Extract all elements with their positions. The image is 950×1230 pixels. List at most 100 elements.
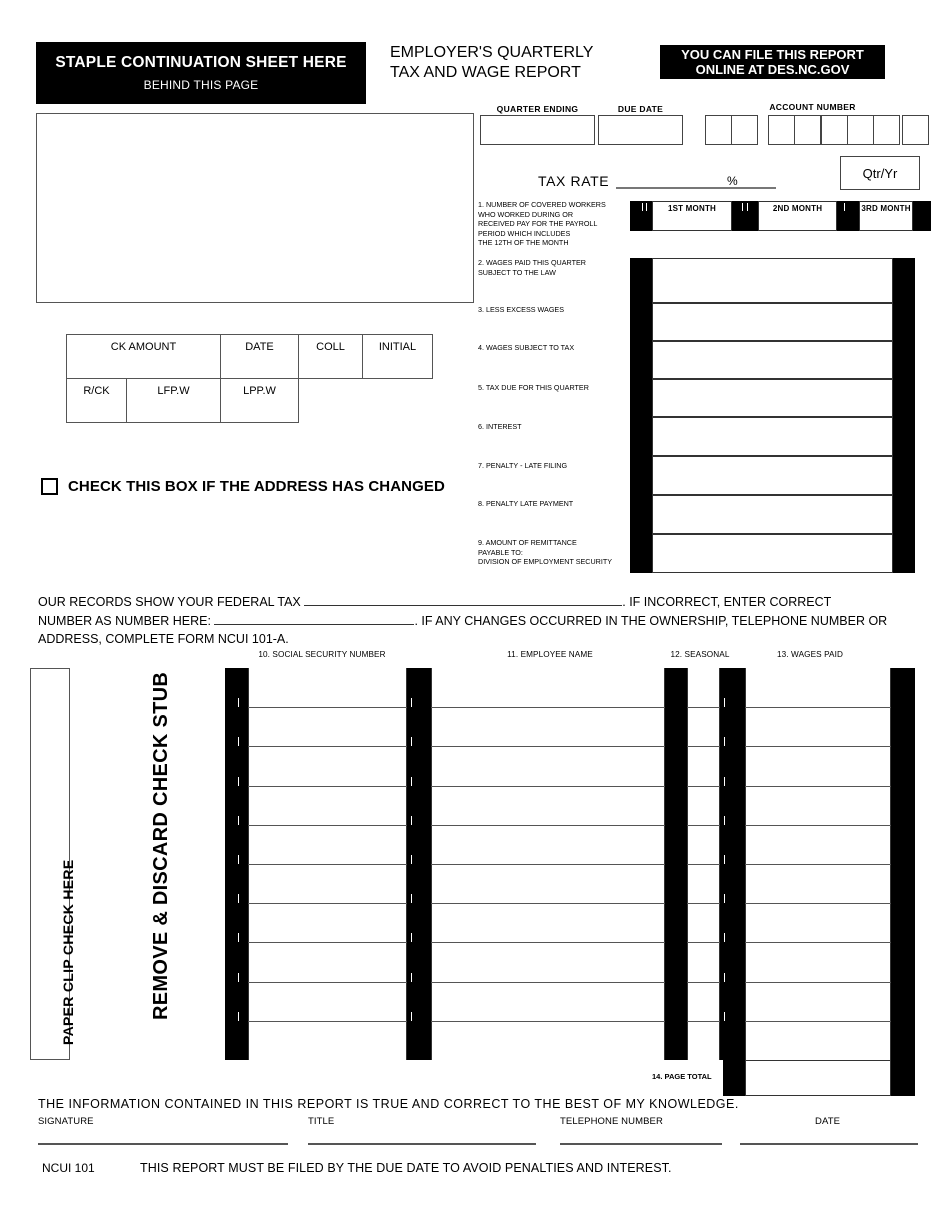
table-row-1-ssn[interactable] [248, 668, 407, 707]
account-digit-1[interactable] [705, 115, 732, 145]
table-row-10-seasonal[interactable] [687, 1021, 720, 1060]
ck-date-cell[interactable]: DATE [220, 334, 299, 379]
item-4-label: 4. WAGES SUBJECT TO TAX [478, 343, 630, 353]
account-digit-2[interactable] [730, 115, 758, 145]
table-row-8-ssn[interactable] [248, 942, 407, 981]
table-row-9-seasonal[interactable] [687, 982, 720, 1021]
table-row-5-wages-paid[interactable] [745, 825, 891, 864]
employer-address-box[interactable] [36, 113, 474, 303]
item-4-right-block [893, 341, 915, 379]
table-row-2-ssn[interactable] [248, 707, 407, 746]
table-row-3-ssn[interactable] [248, 746, 407, 785]
signature-input[interactable] [38, 1143, 288, 1145]
table-row-4-ssn[interactable] [248, 786, 407, 825]
table-row-9-employee-name[interactable] [431, 982, 665, 1021]
item-3-label: 3. LESS EXCESS WAGES [478, 305, 630, 315]
item-8-label: 8. PENALTY LATE PAYMENT [478, 499, 630, 509]
fed-seg-2: . IF INCORRECT, ENTER CORRECT [622, 595, 832, 609]
page-total-input[interactable] [745, 1060, 891, 1096]
account-number-group-2[interactable] [768, 115, 821, 145]
account-digit-4[interactable] [793, 115, 821, 145]
table-row-7-employee-name[interactable] [431, 903, 665, 942]
table-row-2-seasonal[interactable] [687, 707, 720, 746]
item-2-amount-input[interactable] [652, 258, 893, 303]
table-row-7-wages-paid[interactable] [745, 903, 891, 942]
ck-coll-cell[interactable]: COLL [298, 334, 363, 379]
table-row-2-wages-paid[interactable] [745, 707, 891, 746]
table-row-2-employee-name[interactable] [431, 707, 665, 746]
correct-fed-number-input[interactable] [304, 605, 623, 606]
item-2-left-block [630, 258, 652, 303]
telephone-input[interactable] [560, 1143, 722, 1145]
address-changed-row[interactable]: CHECK THIS BOX IF THE ADDRESS HAS CHANGE… [41, 478, 445, 495]
table-row-8-wages-paid[interactable] [745, 942, 891, 981]
fed-number-input[interactable] [214, 623, 415, 625]
table-row-3-seasonal[interactable] [687, 746, 720, 785]
month-3-count-cell[interactable]: 3RD MONTH [859, 201, 913, 231]
table-row-6-wages-paid[interactable] [745, 864, 891, 903]
item-7-amount-input[interactable] [652, 456, 893, 495]
table-row-10-wages-paid[interactable] [745, 1021, 891, 1060]
table-row-3-employee-name[interactable] [431, 746, 665, 785]
account-digit-7[interactable] [872, 115, 900, 145]
table-row-4-seasonal[interactable] [687, 786, 720, 825]
table-row-7-seasonal[interactable] [687, 903, 720, 942]
ck-initial-cell[interactable]: INITIAL [362, 334, 433, 379]
item-7-label: 7. PENALTY - LATE FILING [478, 461, 630, 471]
item-1-label-line-3: RECEIVED PAY FOR THE PAYROLL [478, 219, 598, 229]
date-input[interactable] [740, 1143, 918, 1145]
table-row-10-employee-name[interactable] [431, 1021, 665, 1060]
ck-lfpw-cell[interactable]: LFP.W [126, 378, 221, 423]
table-row-4-wages-paid[interactable] [745, 786, 891, 825]
separator-nub [238, 777, 239, 786]
table-row-6-seasonal[interactable] [687, 864, 720, 903]
table-row-9-ssn[interactable] [248, 982, 407, 1021]
address-changed-checkbox[interactable] [41, 478, 58, 495]
item-5-label-line-1: 5. TAX DUE FOR THIS QUARTER [478, 383, 589, 392]
table-row-5-ssn[interactable] [248, 825, 407, 864]
item-4-amount-input[interactable] [652, 341, 893, 379]
table-row-3-wages-paid[interactable] [745, 746, 891, 785]
quarter-ending-label: QUARTER ENDING [496, 104, 579, 114]
ck-rck-cell[interactable]: R/CK [66, 378, 127, 423]
table-row-6-ssn[interactable] [248, 864, 407, 903]
table-row-1-employee-name[interactable] [431, 668, 665, 707]
table-row-1-wages-paid[interactable] [745, 668, 891, 707]
fed-seg-4: . IF ANY CHANGES OCCURRED IN THE OWNERSH… [414, 613, 888, 628]
account-number-group-4[interactable] [902, 115, 929, 145]
form-title-line-1: EMPLOYER'S QUARTERLY [390, 44, 594, 61]
account-digit-6[interactable] [846, 115, 874, 145]
table-row-6-employee-name[interactable] [431, 864, 665, 903]
table-row-8-employee-name[interactable] [431, 942, 665, 981]
month-1-count-cell[interactable]: 1ST MONTH [652, 201, 732, 231]
item-3-amount-input[interactable] [652, 303, 893, 341]
table-row-8-seasonal[interactable] [687, 942, 720, 981]
ck-lppw-cell[interactable]: LPP.W [220, 378, 299, 423]
col-header-wages-paid: 13. WAGES PAID [776, 650, 843, 659]
item-5-amount-input[interactable] [652, 379, 893, 417]
ck-amount-cell[interactable]: CK AMOUNT [66, 334, 221, 379]
table-row-4-employee-name[interactable] [431, 786, 665, 825]
form-title-line-2: TAX AND WAGE REPORT [390, 64, 581, 81]
item-8-amount-input[interactable] [652, 495, 893, 534]
table-row-9-wages-paid[interactable] [745, 982, 891, 1021]
tax-rate-input-line[interactable] [616, 187, 776, 189]
table-row-7-ssn[interactable] [248, 903, 407, 942]
account-digit-8[interactable] [902, 115, 929, 145]
quarter-ending-input[interactable] [480, 115, 595, 145]
qtr-yr-box[interactable]: Qtr/Yr [840, 156, 920, 190]
item-9-amount-input[interactable] [652, 534, 893, 573]
account-digit-5[interactable] [821, 115, 848, 145]
title-input[interactable] [308, 1143, 536, 1145]
month-2-count-cell[interactable]: 2ND MONTH [758, 201, 837, 231]
table-row-5-employee-name[interactable] [431, 825, 665, 864]
table-row-10-ssn[interactable] [248, 1021, 407, 1060]
item-6-amount-input[interactable] [652, 417, 893, 456]
table-row-1-seasonal[interactable] [687, 668, 720, 707]
account-number-group-1[interactable] [705, 115, 758, 145]
account-digit-3[interactable] [768, 115, 795, 145]
account-number-group-3[interactable] [821, 115, 900, 145]
month-separator-block-3 [837, 201, 859, 231]
table-row-5-seasonal[interactable] [687, 825, 720, 864]
due-date-input[interactable] [598, 115, 683, 145]
